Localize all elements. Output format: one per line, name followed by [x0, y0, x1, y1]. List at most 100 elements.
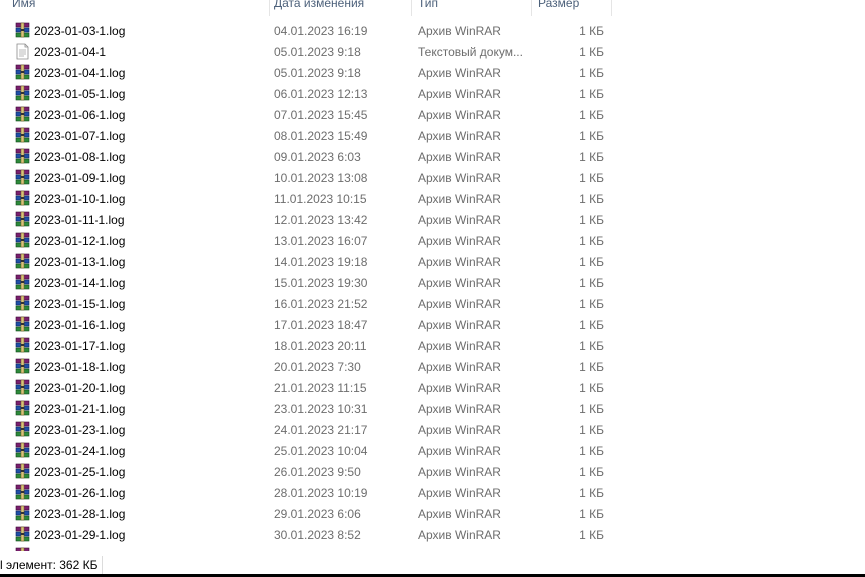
column-header-type[interactable]: Тип [414, 0, 530, 16]
file-size: 1 КБ [579, 108, 604, 122]
file-type: Архив WinRAR [418, 150, 501, 164]
file-name: 2023-01-15-1.log [34, 297, 126, 311]
winrar-archive-icon [14, 127, 31, 144]
column-divider[interactable] [611, 0, 612, 16]
file-type: Архив WinRAR [418, 381, 501, 395]
column-divider[interactable] [411, 0, 412, 16]
file-row[interactable]: 2023-01-15-1.log 16.01.2023 21:52 Архив Wi… [0, 293, 612, 314]
file-row[interactable]: 2023-01-04-1.log 05.01.2023 9:18 Архив Win… [0, 62, 612, 83]
file-date-modified: 29.01.2023 6:06 [274, 507, 361, 521]
file-size: 1 КБ [579, 66, 604, 80]
file-size: 1 КБ [579, 402, 604, 416]
file-date-modified: 21.01.2023 11:15 [274, 381, 367, 395]
winrar-archive-icon [14, 295, 31, 312]
status-selection-text: l элемент: 362 КБ [0, 558, 98, 572]
file-size: 1 КБ [579, 129, 604, 143]
file-date-modified: 12.01.2023 13:42 [274, 213, 368, 227]
file-name: 2023-01-17-1.log [34, 339, 126, 353]
winrar-archive-icon [14, 463, 31, 480]
file-date-modified: 07.01.2023 15:45 [274, 108, 368, 122]
file-size: 1 КБ [579, 549, 604, 551]
file-list: 2023-01-03-1.log 04.01.2023 16:19 Архив Wi… [0, 20, 612, 551]
file-type: Архив WinRAR [418, 87, 501, 101]
winrar-archive-icon [14, 190, 31, 207]
file-row[interactable]: 2023-01-07-1.log 08.01.2023 15:49 Архив Wi… [0, 125, 612, 146]
file-size: 1 КБ [579, 87, 604, 101]
file-date-modified: 14.01.2023 19:18 [274, 255, 368, 269]
column-header-size[interactable]: Размер [534, 0, 610, 16]
file-row[interactable]: 2023-01-30-1.log 31.01.2023 13:21 Архив Wi… [0, 545, 612, 551]
file-date-modified: 08.01.2023 15:49 [274, 129, 368, 143]
file-row[interactable]: 2023-01-18-1.log 20.01.2023 7:30 Архив Win… [0, 356, 612, 377]
file-name: 2023-01-09-1.log [34, 171, 126, 185]
file-name: 2023-01-25-1.log [34, 465, 126, 479]
file-row[interactable]: 2023-01-11-1.log 12.01.2023 13:42 Архив Wi… [0, 209, 612, 230]
file-name: 2023-01-18-1.log [34, 360, 126, 374]
column-header-name[interactable]: Имя [8, 0, 268, 16]
winrar-archive-icon [14, 442, 31, 459]
file-type: Архив WinRAR [418, 507, 501, 521]
column-header-date[interactable]: Дата изменения [270, 0, 410, 16]
file-row[interactable]: 2023-01-29-1.log 30.01.2023 8:52 Архив Win… [0, 524, 612, 545]
file-row[interactable]: 2023-01-10-1.log 11.01.2023 10:15 Архив Wi… [0, 188, 612, 209]
winrar-archive-icon [14, 526, 31, 543]
file-date-modified: 26.01.2023 9:50 [274, 465, 361, 479]
file-date-modified: 25.01.2023 10:04 [274, 444, 368, 458]
file-row[interactable]: 2023-01-21-1.log 23.01.2023 10:31 Архив Wi… [0, 398, 612, 419]
file-row[interactable]: 2023-01-08-1.log 09.01.2023 6:03 Архив Win… [0, 146, 612, 167]
file-type: Архив WinRAR [418, 213, 501, 227]
file-type: Текстовый докум... [418, 45, 523, 59]
file-row[interactable]: 2023-01-03-1.log 04.01.2023 16:19 Архив Wi… [0, 20, 612, 41]
file-name: 2023-01-05-1.log [34, 87, 126, 101]
file-type: Архив WinRAR [418, 255, 501, 269]
file-size: 1 КБ [579, 423, 604, 437]
file-name: 2023-01-30-1.log [34, 549, 125, 551]
file-row[interactable]: 2023-01-17-1.log 18.01.2023 20:11 Архив Wi… [0, 335, 612, 356]
file-name: 2023-01-24-1.log [34, 444, 126, 458]
file-row[interactable]: 2023-01-16-1.log 17.01.2023 18:47 Архив Wi… [0, 314, 612, 335]
file-row[interactable]: 2023-01-25-1.log 26.01.2023 9:50 Архив Win… [0, 461, 612, 482]
file-date-modified: 23.01.2023 10:31 [274, 402, 368, 416]
file-type: Архив WinRAR [418, 465, 501, 479]
file-row[interactable]: 2023-01-24-1.log 25.01.2023 10:04 Архив Wi… [0, 440, 612, 461]
file-name: 2023-01-14-1.log [34, 276, 126, 290]
file-row[interactable]: 2023-01-23-1.log 24.01.2023 21:17 Архив Wi… [0, 419, 612, 440]
file-date-modified: 11.01.2023 10:15 [274, 192, 367, 206]
file-row[interactable]: 2023-01-20-1.log 21.01.2023 11:15 Архив Wi… [0, 377, 612, 398]
file-name: 2023-01-13-1.log [34, 255, 126, 269]
file-row[interactable]: 2023-01-09-1.log 10.01.2023 13:08 Архив Wi… [0, 167, 612, 188]
file-date-modified: 04.01.2023 16:19 [274, 24, 368, 38]
winrar-archive-icon [14, 505, 31, 522]
winrar-archive-icon [14, 400, 31, 417]
file-date-modified: 17.01.2023 18:47 [274, 318, 368, 332]
file-row[interactable]: 2023-01-28-1.log 29.01.2023 6:06 Архив Win… [0, 503, 612, 524]
file-size: 1 КБ [579, 507, 604, 521]
column-divider[interactable] [531, 0, 532, 16]
file-row[interactable]: 2023-01-04-1 05.01.2023 9:18 Текстовый док… [0, 41, 612, 62]
file-row[interactable]: 2023-01-14-1.log 15.01.2023 19:30 Архив Wi… [0, 272, 612, 293]
file-size: 1 КБ [579, 213, 604, 227]
winrar-archive-icon [14, 106, 31, 123]
file-type: Архив WinRAR [418, 192, 501, 206]
file-row[interactable]: 2023-01-05-1.log 06.01.2023 12:13 Архив Wi… [0, 83, 612, 104]
file-date-modified: 05.01.2023 9:18 [274, 66, 361, 80]
file-name: 2023-01-06-1.log [34, 108, 126, 122]
file-row[interactable]: 2023-01-06-1.log 07.01.2023 15:45 Архив Wi… [0, 104, 612, 125]
file-type: Архив WinRAR [418, 234, 501, 248]
file-name: 2023-01-11-1.log [34, 213, 125, 227]
winrar-archive-icon [14, 64, 31, 81]
file-size: 1 КБ [579, 318, 604, 332]
file-size: 1 КБ [579, 360, 604, 374]
file-row[interactable]: 2023-01-26-1.log 28.01.2023 10:19 Архив Wi… [0, 482, 612, 503]
file-name: 2023-01-12-1.log [34, 234, 126, 248]
file-name: 2023-01-04-1.log [34, 66, 126, 80]
winrar-archive-icon [14, 379, 31, 396]
file-name: 2023-01-04-1 [34, 45, 107, 59]
file-row[interactable]: 2023-01-12-1.log 13.01.2023 16:07 Архив Wi… [0, 230, 612, 251]
file-size: 1 КБ [579, 255, 604, 269]
file-name: 2023-01-08-1.log [34, 150, 126, 164]
file-date-modified: 30.01.2023 8:52 [274, 528, 361, 542]
file-date-modified: 31.01.2023 13:21 [274, 549, 367, 551]
file-name: 2023-01-29-1.log [34, 528, 126, 542]
file-row[interactable]: 2023-01-13-1.log 14.01.2023 19:18 Архив Wi… [0, 251, 612, 272]
